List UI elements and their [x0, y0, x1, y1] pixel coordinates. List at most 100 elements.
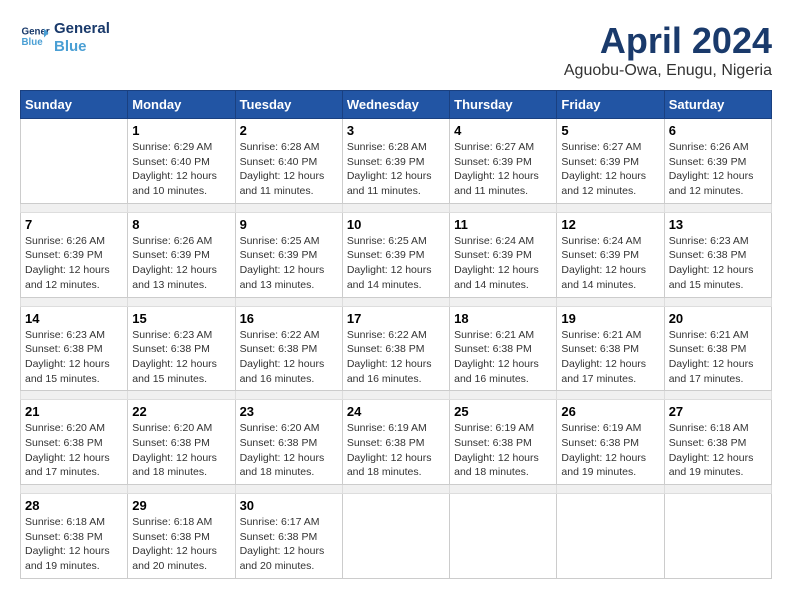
separator-cell [664, 203, 771, 212]
day-number: 23 [240, 404, 338, 419]
separator-cell [664, 391, 771, 400]
separator-cell [450, 297, 557, 306]
day-number: 24 [347, 404, 445, 419]
day-header-saturday: Saturday [664, 91, 771, 119]
calendar-cell: 18 Sunrise: 6:21 AMSunset: 6:38 PMDayligh… [450, 306, 557, 391]
day-header-thursday: Thursday [450, 91, 557, 119]
day-number: 4 [454, 123, 552, 138]
day-header-sunday: Sunday [21, 91, 128, 119]
separator-cell [235, 485, 342, 494]
day-info: Sunrise: 6:25 AMSunset: 6:39 PMDaylight:… [347, 234, 445, 293]
calendar-cell: 6Sunrise: 6:26 AMSunset: 6:39 PMDaylight… [664, 119, 771, 204]
calendar-table: SundayMondayTuesdayWednesdayThursdayFrid… [20, 90, 772, 579]
calendar-cell: 24 Sunrise: 6:19 AMSunset: 6:38 PMDayligh… [342, 400, 449, 485]
separator-cell [557, 297, 664, 306]
day-info: Sunrise: 6:26 AMSunset: 6:39 PMDaylight:… [132, 234, 230, 293]
day-info: Sunrise: 6:21 AMSunset: 6:38 PMDaylight:… [561, 328, 659, 387]
separator-cell [450, 203, 557, 212]
calendar-cell [342, 494, 449, 579]
calendar-cell: 27 Sunrise: 6:18 AMSunset: 6:38 PMDayligh… [664, 400, 771, 485]
day-number: 6 [669, 123, 767, 138]
separator-cell [128, 391, 235, 400]
separator-cell [664, 297, 771, 306]
separator-cell [450, 391, 557, 400]
day-info: Sunrise: 6:27 AMSunset: 6:39 PMDaylight:… [561, 140, 659, 199]
calendar-cell: 28Sunrise: 6:18 AMSunset: 6:38 PMDayligh… [21, 494, 128, 579]
calendar-cell: 21Sunrise: 6:20 AMSunset: 6:38 PMDayligh… [21, 400, 128, 485]
separator-cell [557, 485, 664, 494]
day-number: 10 [347, 217, 445, 232]
separator-cell [235, 297, 342, 306]
day-number: 28 [25, 498, 123, 513]
day-number: 14 [25, 311, 123, 326]
day-info: Sunrise: 6:20 AMSunset: 6:38 PMDaylight:… [240, 421, 338, 480]
day-info: Sunrise: 6:28 AMSunset: 6:39 PMDaylight:… [347, 140, 445, 199]
calendar-cell: 25 Sunrise: 6:19 AMSunset: 6:38 PMDayligh… [450, 400, 557, 485]
calendar-cell: 4 Sunrise: 6:27 AMSunset: 6:39 PMDaylight… [450, 119, 557, 204]
week-separator [21, 391, 772, 400]
day-info: Sunrise: 6:22 AMSunset: 6:38 PMDaylight:… [240, 328, 338, 387]
page-header: General Blue General Blue April 2024 Agu… [20, 20, 772, 80]
day-number: 8 [132, 217, 230, 232]
calendar-cell: 11 Sunrise: 6:24 AMSunset: 6:39 PMDayligh… [450, 212, 557, 297]
day-info: Sunrise: 6:22 AMSunset: 6:38 PMDaylight:… [347, 328, 445, 387]
day-number: 22 [132, 404, 230, 419]
day-number: 5 [561, 123, 659, 138]
calendar-cell: 16Sunrise: 6:22 AMSunset: 6:38 PMDayligh… [235, 306, 342, 391]
day-header-monday: Monday [128, 91, 235, 119]
day-header-tuesday: Tuesday [235, 91, 342, 119]
day-info: Sunrise: 6:24 AMSunset: 6:39 PMDaylight:… [561, 234, 659, 293]
day-info: Sunrise: 6:24 AMSunset: 6:39 PMDaylight:… [454, 234, 552, 293]
calendar-cell: 14 Sunrise: 6:23 AMSunset: 6:38 PMDayligh… [21, 306, 128, 391]
day-number: 11 [454, 217, 552, 232]
separator-cell [342, 485, 449, 494]
calendar-cell: 23 Sunrise: 6:20 AMSunset: 6:38 PMDayligh… [235, 400, 342, 485]
calendar-cell [450, 494, 557, 579]
day-number: 2 [240, 123, 338, 138]
calendar-cell: 2 Sunrise: 6:28 AMSunset: 6:40 PMDaylight… [235, 119, 342, 204]
day-header-wednesday: Wednesday [342, 91, 449, 119]
week-separator [21, 297, 772, 306]
calendar-cell: 9Sunrise: 6:25 AMSunset: 6:39 PMDaylight… [235, 212, 342, 297]
day-info: Sunrise: 6:25 AMSunset: 6:39 PMDaylight:… [240, 234, 338, 293]
separator-cell [450, 485, 557, 494]
day-number: 21 [25, 404, 123, 419]
day-info: Sunrise: 6:19 AMSunset: 6:38 PMDaylight:… [561, 421, 659, 480]
day-info: Sunrise: 6:18 AMSunset: 6:38 PMDaylight:… [669, 421, 767, 480]
logo-text-line2: Blue [54, 38, 110, 56]
week-separator [21, 203, 772, 212]
separator-cell [21, 297, 128, 306]
day-info: Sunrise: 6:27 AMSunset: 6:39 PMDaylight:… [454, 140, 552, 199]
day-info: Sunrise: 6:19 AMSunset: 6:38 PMDaylight:… [454, 421, 552, 480]
day-number: 27 [669, 404, 767, 419]
day-number: 18 [454, 311, 552, 326]
week-separator [21, 485, 772, 494]
day-info: Sunrise: 6:21 AMSunset: 6:38 PMDaylight:… [454, 328, 552, 387]
separator-cell [21, 203, 128, 212]
calendar-cell: 10 Sunrise: 6:25 AMSunset: 6:39 PMDayligh… [342, 212, 449, 297]
calendar-cell: 8 Sunrise: 6:26 AMSunset: 6:39 PMDaylight… [128, 212, 235, 297]
week-row-3: 14 Sunrise: 6:23 AMSunset: 6:38 PMDayligh… [21, 306, 772, 391]
day-info: Sunrise: 6:28 AMSunset: 6:40 PMDaylight:… [240, 140, 338, 199]
calendar-cell [664, 494, 771, 579]
day-number: 19 [561, 311, 659, 326]
calendar-cell: 19 Sunrise: 6:21 AMSunset: 6:38 PMDayligh… [557, 306, 664, 391]
day-info: Sunrise: 6:29 AMSunset: 6:40 PMDaylight:… [132, 140, 230, 199]
calendar-cell: 20 Sunrise: 6:21 AMSunset: 6:38 PMDayligh… [664, 306, 771, 391]
day-number: 20 [669, 311, 767, 326]
separator-cell [557, 203, 664, 212]
day-info: Sunrise: 6:23 AMSunset: 6:38 PMDaylight:… [25, 328, 123, 387]
week-row-1: 1Sunrise: 6:29 AMSunset: 6:40 PMDaylight… [21, 119, 772, 204]
calendar-cell: 1Sunrise: 6:29 AMSunset: 6:40 PMDaylight… [128, 119, 235, 204]
subtitle: Aguobu-Owa, Enugu, Nigeria [564, 62, 772, 80]
day-info: Sunrise: 6:21 AMSunset: 6:38 PMDaylight:… [669, 328, 767, 387]
calendar-cell: 17Sunrise: 6:22 AMSunset: 6:38 PMDayligh… [342, 306, 449, 391]
separator-cell [235, 391, 342, 400]
day-info: Sunrise: 6:19 AMSunset: 6:38 PMDaylight:… [347, 421, 445, 480]
separator-cell [21, 485, 128, 494]
logo-icon: General Blue [20, 21, 50, 51]
calendar-cell: 15Sunrise: 6:23 AMSunset: 6:38 PMDayligh… [128, 306, 235, 391]
calendar-cell: 5 Sunrise: 6:27 AMSunset: 6:39 PMDaylight… [557, 119, 664, 204]
logo-text-line1: General [54, 20, 110, 38]
day-number: 25 [454, 404, 552, 419]
